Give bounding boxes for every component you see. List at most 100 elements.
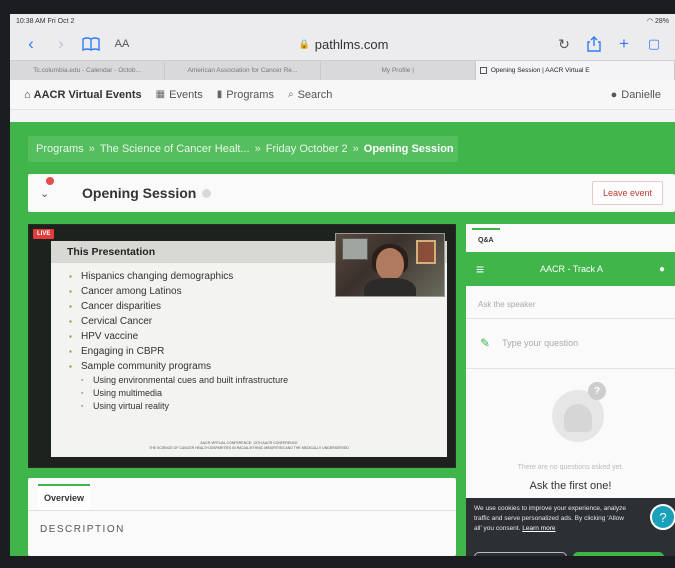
- cookie-allow-button[interactable]: [573, 552, 664, 556]
- browser-tabs: Tc.columbia.edu - Calendar - Octob... Am…: [10, 60, 675, 80]
- question-bubble-icon: ?: [588, 382, 606, 400]
- nav-programs[interactable]: ▮ Programs: [217, 89, 274, 101]
- user-name: Danielle: [621, 88, 661, 101]
- slide-sub-bullet: Using environmental cues and built infra…: [81, 374, 447, 387]
- hamburger-menu-icon[interactable]: ≡: [476, 261, 484, 277]
- ask-speaker-label: Ask the speaker: [478, 300, 536, 309]
- webcam-background-window: [342, 238, 368, 260]
- slide-bullet: Engaging in CBPR: [69, 344, 447, 359]
- nav-programs-label: Programs: [226, 88, 274, 101]
- forward-icon[interactable]: ›: [48, 33, 74, 55]
- slide-footer-line: THE SCIENCE OF CANCER HEALTH DISPARITIES…: [149, 446, 349, 450]
- new-tab-icon[interactable]: +: [611, 33, 637, 55]
- slide-sub-bullet: Using multimedia: [81, 387, 447, 400]
- brand-link[interactable]: ⌂ AACR Virtual Events: [24, 89, 142, 101]
- lock-icon: 🔒: [298, 38, 310, 49]
- tab-overview[interactable]: Overview: [38, 484, 91, 510]
- breadcrumb-separator: »: [88, 143, 95, 155]
- tab-close-icon[interactable]: [479, 67, 487, 74]
- overview-panel: Overview DESCRIPTION: [28, 478, 456, 556]
- browser-tab-profile[interactable]: My Profile |: [321, 61, 476, 80]
- nav-search[interactable]: ⌕ Search: [288, 89, 332, 101]
- book-icon: ▮: [216, 89, 223, 100]
- nav-events-label: Events: [169, 88, 203, 101]
- cookie-settings-button[interactable]: [474, 552, 567, 556]
- help-button[interactable]: ?: [650, 504, 675, 530]
- divider: [466, 368, 675, 369]
- speaker-body: [364, 278, 416, 296]
- home-icon: ⌂: [24, 88, 31, 101]
- browser-tab-opening-session[interactable]: Opening Session | AACR Virtual E: [475, 61, 675, 80]
- calendar-icon: ▦: [155, 89, 166, 100]
- info-icon[interactable]: [202, 188, 212, 198]
- speaker-webcam: [335, 233, 445, 297]
- slide-sub-bullets: Using environmental cues and built infra…: [51, 374, 447, 413]
- status-time: 10:38 AM Fri Oct 2: [16, 17, 75, 25]
- collapse-toggle[interactable]: ⌄: [40, 176, 60, 200]
- breadcrumb-separator: »: [352, 143, 359, 155]
- session-title: Opening Session: [82, 185, 197, 201]
- reader-settings-button[interactable]: AA: [108, 38, 136, 50]
- edit-icon: ✎: [480, 336, 491, 350]
- reload-icon[interactable]: ↻: [551, 33, 577, 55]
- browser-toolbar: ‹ › AA 🔒 pathlms.com ↻ + ▢: [10, 28, 675, 60]
- slide-sub-bullet: Using virtual reality: [81, 400, 447, 413]
- breadcrumb-programs[interactable]: Programs: [36, 143, 84, 155]
- breadcrumb-current: Opening Session: [363, 143, 454, 155]
- session-header: ⌄ Opening Session Leave event: [28, 174, 675, 212]
- question-mark-icon: ?: [659, 509, 667, 525]
- tablet-screen: 10:38 AM Fri Oct 2 ◠ 28% ‹ › AA 🔒 pathlm…: [10, 14, 675, 556]
- divider: [466, 318, 675, 319]
- question-placeholder: Type your question: [502, 338, 579, 348]
- tabs-overview-icon[interactable]: ▢: [641, 33, 667, 55]
- video-player[interactable]: LIVE This Presentation Hispanics changin…: [28, 224, 456, 468]
- search-icon: ⌕: [287, 89, 294, 100]
- address-bar[interactable]: 🔒 pathlms.com: [140, 37, 547, 52]
- breadcrumb-separator: »: [254, 143, 261, 155]
- learn-more-link[interactable]: Learn more: [522, 525, 555, 532]
- description-heading: DESCRIPTION: [40, 524, 125, 535]
- slide-bullet: Cervical Cancer: [69, 314, 447, 329]
- breadcrumb-day[interactable]: Friday October 2: [266, 143, 348, 155]
- tab-qa[interactable]: Q&A: [472, 228, 500, 250]
- ask-first-text: Ask the first one!: [529, 480, 612, 492]
- tab-divider: [28, 510, 456, 511]
- breadcrumb-program[interactable]: The Science of Cancer Healt...: [100, 143, 250, 155]
- empty-questions-illustration: ?: [552, 382, 606, 442]
- brand-label: AACR Virtual Events: [33, 88, 142, 101]
- leave-event-button[interactable]: Leave event: [591, 181, 663, 205]
- no-questions-text: There are no questions asked yet.: [517, 464, 624, 471]
- slide-bullet: Cancer disparities: [69, 299, 447, 314]
- user-icon: ●: [610, 88, 618, 101]
- site-navigation: ⌂ AACR Virtual Events ▦ Events ▮ Program…: [10, 80, 675, 110]
- slide-footer: AACR VIRTUAL CONFERENCE: 13TH AACR CONFE…: [51, 441, 447, 451]
- browser-tab-aacr[interactable]: American Association for Cancer Re...: [165, 61, 321, 80]
- breadcrumb: Programs » The Science of Cancer Healt..…: [28, 136, 458, 162]
- cookie-banner: We use cookies to improve your experienc…: [466, 498, 675, 556]
- bookmarks-icon[interactable]: [78, 33, 104, 55]
- event-stage: Programs » The Science of Cancer Healt..…: [10, 122, 675, 556]
- nav-events[interactable]: ▦ Events: [156, 89, 203, 101]
- question-input[interactable]: ✎ Type your question: [480, 336, 578, 350]
- nav-search-label: Search: [297, 88, 333, 101]
- browser-tab-label: Opening Session | AACR Virtual E: [490, 67, 590, 74]
- track-name: AACR - Track A: [540, 264, 604, 274]
- speaker-face: [376, 248, 404, 280]
- url-text: pathlms.com: [314, 36, 389, 52]
- share-icon[interactable]: [581, 33, 607, 55]
- wifi-icon: ◠: [646, 18, 654, 25]
- browser-tab-calendar[interactable]: Tc.columbia.edu - Calendar - Octob...: [10, 61, 166, 80]
- webcam-background-frame: [416, 240, 436, 264]
- notification-dot: [46, 176, 54, 185]
- battery-percent: 28%: [654, 18, 669, 25]
- qa-track-header: ≡ AACR - Track A ●: [466, 252, 675, 286]
- chevron-down-icon: ⌄: [40, 187, 50, 200]
- slide-bullet: Sample community programs: [69, 359, 447, 374]
- user-icon[interactable]: ●: [659, 264, 665, 275]
- slide-bullet: HPV vaccine: [69, 329, 447, 344]
- live-badge: LIVE: [33, 229, 55, 239]
- status-bar: 10:38 AM Fri Oct 2 ◠ 28%: [10, 14, 675, 28]
- battery-indicator: ◠ 28%: [647, 17, 669, 25]
- back-icon[interactable]: ‹: [18, 33, 44, 55]
- user-menu[interactable]: ● Danielle: [611, 89, 661, 101]
